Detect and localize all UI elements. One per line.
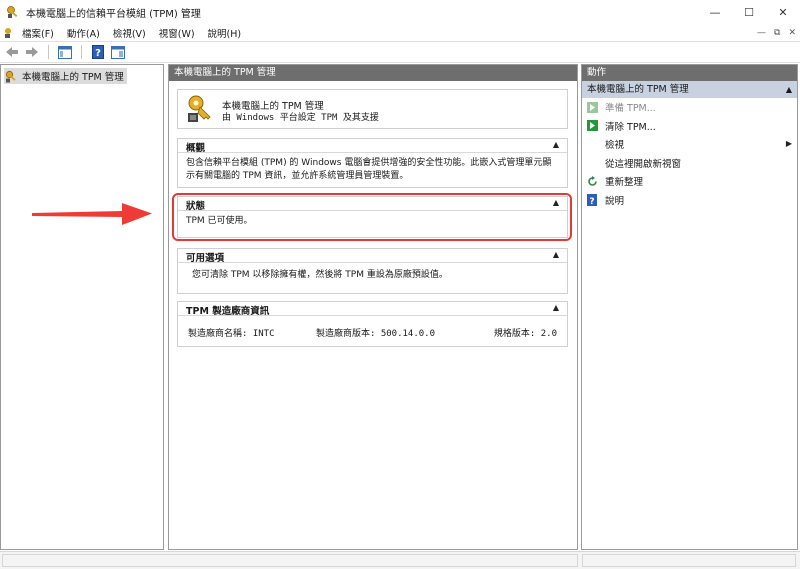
window-controls: — ☐ ✕: [698, 0, 800, 24]
summary-box: 本機電腦上的 TPM 管理 由 Windows 平台設定 TPM 及其支援: [177, 89, 568, 129]
collapse-arrow-icon[interactable]: ▲: [553, 250, 559, 259]
help-book-icon: ?: [92, 45, 104, 59]
mdi-minimize-button[interactable]: —: [757, 28, 766, 38]
collapse-arrow-icon[interactable]: ▲: [786, 81, 792, 98]
status-bar-segment: [582, 554, 796, 567]
results-pane-header: 本機電腦上的 TPM 管理: [169, 65, 577, 81]
overview-title: 概觀: [186, 143, 206, 154]
options-section: 可用選項 ▲ 您可清除 TPM 以移除擁有權，然後將 TPM 重設為原廠預設值。: [177, 248, 568, 294]
action-help[interactable]: ? 說明: [582, 191, 797, 210]
menu-file[interactable]: 檔案(F): [22, 26, 54, 40]
refresh-icon: [586, 175, 598, 187]
show-hide-tree-button[interactable]: [57, 44, 73, 60]
toolbar-separator: [81, 45, 82, 59]
tpm-key-icon: [5, 70, 16, 82]
action-label: 準備 TPM...: [605, 103, 656, 115]
tree-item-tpm-management[interactable]: 本機電腦上的 TPM 管理: [4, 68, 127, 84]
tpm-key-large-icon: [188, 95, 211, 122]
results-pane: 本機電腦上的 TPM 管理 本機電腦上的 TPM 管理 由 Windows 平台…: [168, 64, 578, 550]
menu-bar: 檔案(F) 動作(A) 檢視(V) 視窗(W) 說明(H) — ⧉ ✕: [0, 24, 800, 41]
collapse-arrow-icon[interactable]: ▲: [553, 140, 559, 149]
green-arrow-icon: [586, 101, 598, 113]
mdi-close-button[interactable]: ✕: [788, 28, 796, 38]
options-section-header[interactable]: 可用選項 ▲: [178, 249, 567, 264]
vendor-version: 製造廠商版本: 500.14.0.0: [316, 329, 436, 339]
menu-view[interactable]: 檢視(V): [113, 26, 146, 40]
green-arrow-icon: [586, 120, 598, 132]
action-new-window[interactable]: 從這裡開啟新視窗: [582, 154, 797, 173]
vendor-info-row: 製造廠商名稱: INTC 製造廠商版本: 500.14.0.0 規格版本: 2.…: [178, 316, 567, 346]
summary-subtitle: 由 Windows 平台設定 TPM 及其支援: [222, 113, 379, 123]
menu-action[interactable]: 動作(A): [67, 26, 100, 40]
action-group-header[interactable]: 本機電腦上的 TPM 管理 ▲: [582, 81, 797, 98]
action-view[interactable]: 檢視 ▶: [582, 135, 797, 154]
action-clear-tpm[interactable]: 清除 TPM...: [582, 117, 797, 136]
status-highlight-box: [172, 193, 572, 241]
console-tree-icon: [58, 45, 72, 59]
action-label: 清除 TPM...: [605, 121, 656, 133]
svg-text:?: ?: [95, 48, 101, 59]
vendor-name: 製造廠商名稱: INTC: [188, 329, 275, 339]
vendor-section-header[interactable]: TPM 製造廠商資訊 ▲: [178, 302, 567, 317]
menu-help[interactable]: 說明(H): [208, 26, 242, 40]
collapse-arrow-icon[interactable]: ▲: [553, 303, 559, 312]
action-label: 從這裡開啟新視窗: [605, 158, 682, 170]
red-pointer-arrow-icon: [32, 203, 152, 225]
status-bar-segment: [2, 554, 578, 567]
maximize-button[interactable]: ☐: [732, 0, 766, 24]
tpm-app-icon: [7, 6, 18, 18]
svg-text:?: ?: [589, 197, 594, 206]
vendor-title: TPM 製造廠商資訊: [186, 306, 270, 317]
show-hide-action-pane-button[interactable]: [110, 44, 126, 60]
console-icon[interactable]: [4, 27, 16, 39]
help-toolbar-button[interactable]: ?: [90, 44, 106, 60]
menu-window[interactable]: 視窗(W): [159, 26, 195, 40]
back-arrow-icon: [6, 47, 18, 57]
action-label: 說明: [605, 195, 625, 207]
toolbar-separator: [48, 45, 49, 59]
status-bar: [0, 551, 800, 569]
spec-version: 規格版本: 2.0: [493, 329, 557, 339]
action-refresh[interactable]: 重新整理: [582, 172, 797, 191]
options-text: 您可清除 TPM 以移除擁有權，然後將 TPM 重設為原廠預設值。: [192, 270, 448, 280]
action-pane-icon: [111, 45, 125, 59]
back-button[interactable]: [4, 44, 20, 60]
minimize-button[interactable]: —: [698, 0, 732, 24]
forward-arrow-icon: [26, 47, 38, 57]
action-pane-header: 動作: [582, 65, 797, 81]
window-title: 本機電腦上的信賴平台模組 (TPM) 管理: [26, 8, 201, 20]
options-title: 可用選項: [186, 253, 225, 264]
overview-section-header[interactable]: 概觀 ▲: [178, 139, 567, 154]
vendor-section: TPM 製造廠商資訊 ▲ 製造廠商名稱: INTC 製造廠商版本: 500.14…: [177, 301, 568, 347]
mdi-controls: — ⧉ ✕: [757, 24, 796, 41]
overview-section: 概觀 ▲ 包含信賴平台模組 (TPM) 的 Windows 電腦會提供增強的安全…: [177, 138, 568, 188]
help-icon: ?: [586, 193, 598, 206]
action-label: 檢視: [605, 140, 625, 152]
overview-text: 包含信賴平台模組 (TPM) 的 Windows 電腦會提供增強的安全性功能。此…: [186, 158, 552, 181]
forward-button[interactable]: [24, 44, 40, 60]
action-label: 重新整理: [605, 177, 644, 189]
tree-item-label: 本機電腦上的 TPM 管理: [22, 72, 124, 83]
title-bar: 本機電腦上的信賴平台模組 (TPM) 管理 — ☐ ✕: [0, 0, 800, 24]
toolbar: ?: [0, 41, 800, 63]
action-pane: 動作 本機電腦上的 TPM 管理 ▲ 準備 TPM... 清除 TPM... 檢…: [581, 64, 798, 550]
submenu-arrow-icon: ▶: [785, 139, 792, 148]
action-group-label: 本機電腦上的 TPM 管理: [587, 84, 689, 95]
mdi-restore-button[interactable]: ⧉: [774, 28, 780, 38]
action-prepare-tpm[interactable]: 準備 TPM...: [582, 98, 797, 117]
console-tree: 本機電腦上的 TPM 管理: [0, 64, 164, 550]
close-button[interactable]: ✕: [766, 0, 800, 24]
